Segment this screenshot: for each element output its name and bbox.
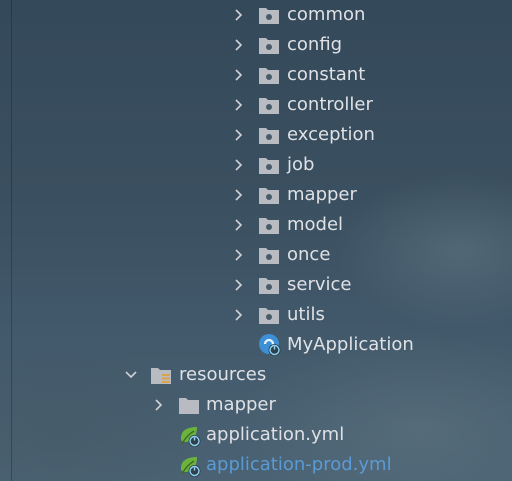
tree-item-label: config [287,34,343,55]
spring-boot-class-icon [259,334,281,356]
tree-item-label: constant [287,64,366,85]
spring-yaml-icon [181,427,201,447]
resources-folder-icon [151,368,171,384]
package-folder-icon [259,38,279,54]
tree-item-controller[interactable]: controller [0,90,512,120]
spring-yaml-icon [181,457,201,477]
chevron-right-icon[interactable] [231,67,247,83]
chevron-down-icon[interactable] [123,367,139,383]
tree-item-label: MyApplication [287,334,414,355]
chevron-right-icon[interactable] [231,307,247,323]
tree-item-label: mapper [206,394,276,415]
tree-item-label: resources [179,364,267,385]
tree-item-main-class[interactable]: MyApplication [0,330,512,360]
tree-item-common[interactable]: common [0,0,512,30]
tree-item-service[interactable]: service [0,270,512,300]
package-folder-icon [259,158,279,174]
tree-item-application-yml[interactable]: application.yml [0,420,512,450]
project-tree: common config constant controller except… [0,0,512,481]
tree-item-resources-mapper[interactable]: mapper [0,390,512,420]
chevron-right-icon[interactable] [231,217,247,233]
package-folder-icon [259,278,279,294]
tree-item-label: exception [287,124,375,145]
package-folder-icon [259,188,279,204]
tree-item-application-prod-yml[interactable]: application-prod.yml [0,450,512,480]
chevron-right-icon[interactable] [231,157,247,173]
chevron-right-icon[interactable] [231,7,247,23]
tree-item-label: controller [287,94,373,115]
tree-item-utils[interactable]: utils [0,300,512,330]
tree-item-label: mapper [287,184,357,205]
tree-item-label: service [287,274,352,295]
chevron-right-icon[interactable] [231,97,247,113]
tree-item-constant[interactable]: constant [0,60,512,90]
package-folder-icon [259,218,279,234]
package-folder-icon [259,8,279,24]
tree-item-label: common [287,4,366,25]
package-folder-icon [259,248,279,264]
tree-item-job[interactable]: job [0,150,512,180]
tree-item-label: model [287,214,344,235]
chevron-right-icon[interactable] [231,277,247,293]
chevron-right-icon[interactable] [231,247,247,263]
tree-item-label: application-prod.yml [206,454,392,475]
chevron-right-icon[interactable] [231,127,247,143]
package-folder-icon [259,308,279,324]
chevron-right-icon[interactable] [151,397,167,413]
tree-item-label: utils [287,304,325,325]
chevron-right-icon[interactable] [231,37,247,53]
tree-item-model[interactable]: model [0,210,512,240]
tree-item-once[interactable]: once [0,240,512,270]
folder-icon [179,398,199,414]
tree-item-exception[interactable]: exception [0,120,512,150]
tree-item-label: once [287,244,331,265]
package-folder-icon [259,68,279,84]
package-folder-icon [259,98,279,114]
tree-item-label: application.yml [206,424,345,445]
chevron-right-icon[interactable] [231,187,247,203]
tree-item-label: job [287,154,315,175]
package-folder-icon [259,128,279,144]
tree-item-resources[interactable]: resources [0,360,512,390]
tree-item-config[interactable]: config [0,30,512,60]
tree-item-mapper[interactable]: mapper [0,180,512,210]
